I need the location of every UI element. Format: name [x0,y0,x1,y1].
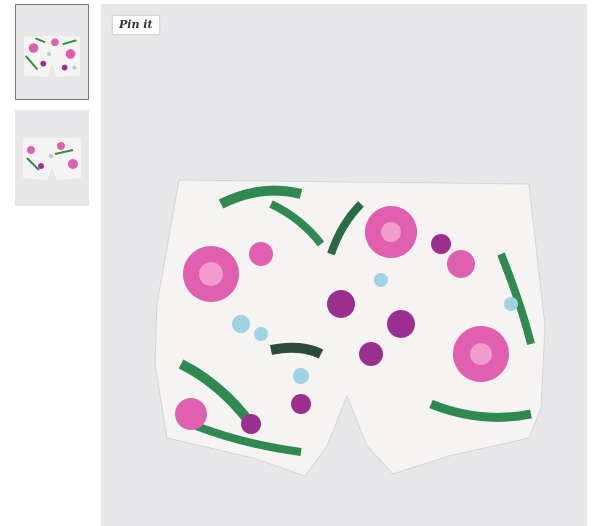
floral-shorts-back-thumbnail [23,138,81,180]
thumbnail-front[interactable] [15,4,89,100]
thumbnail-back[interactable] [15,110,89,206]
pin-it-button[interactable]: Pin it [112,15,160,35]
main-product-image[interactable]: Pin it [101,4,587,526]
floral-shorts-front-thumbnail [23,36,81,78]
floral-shorts-photo [154,179,546,477]
